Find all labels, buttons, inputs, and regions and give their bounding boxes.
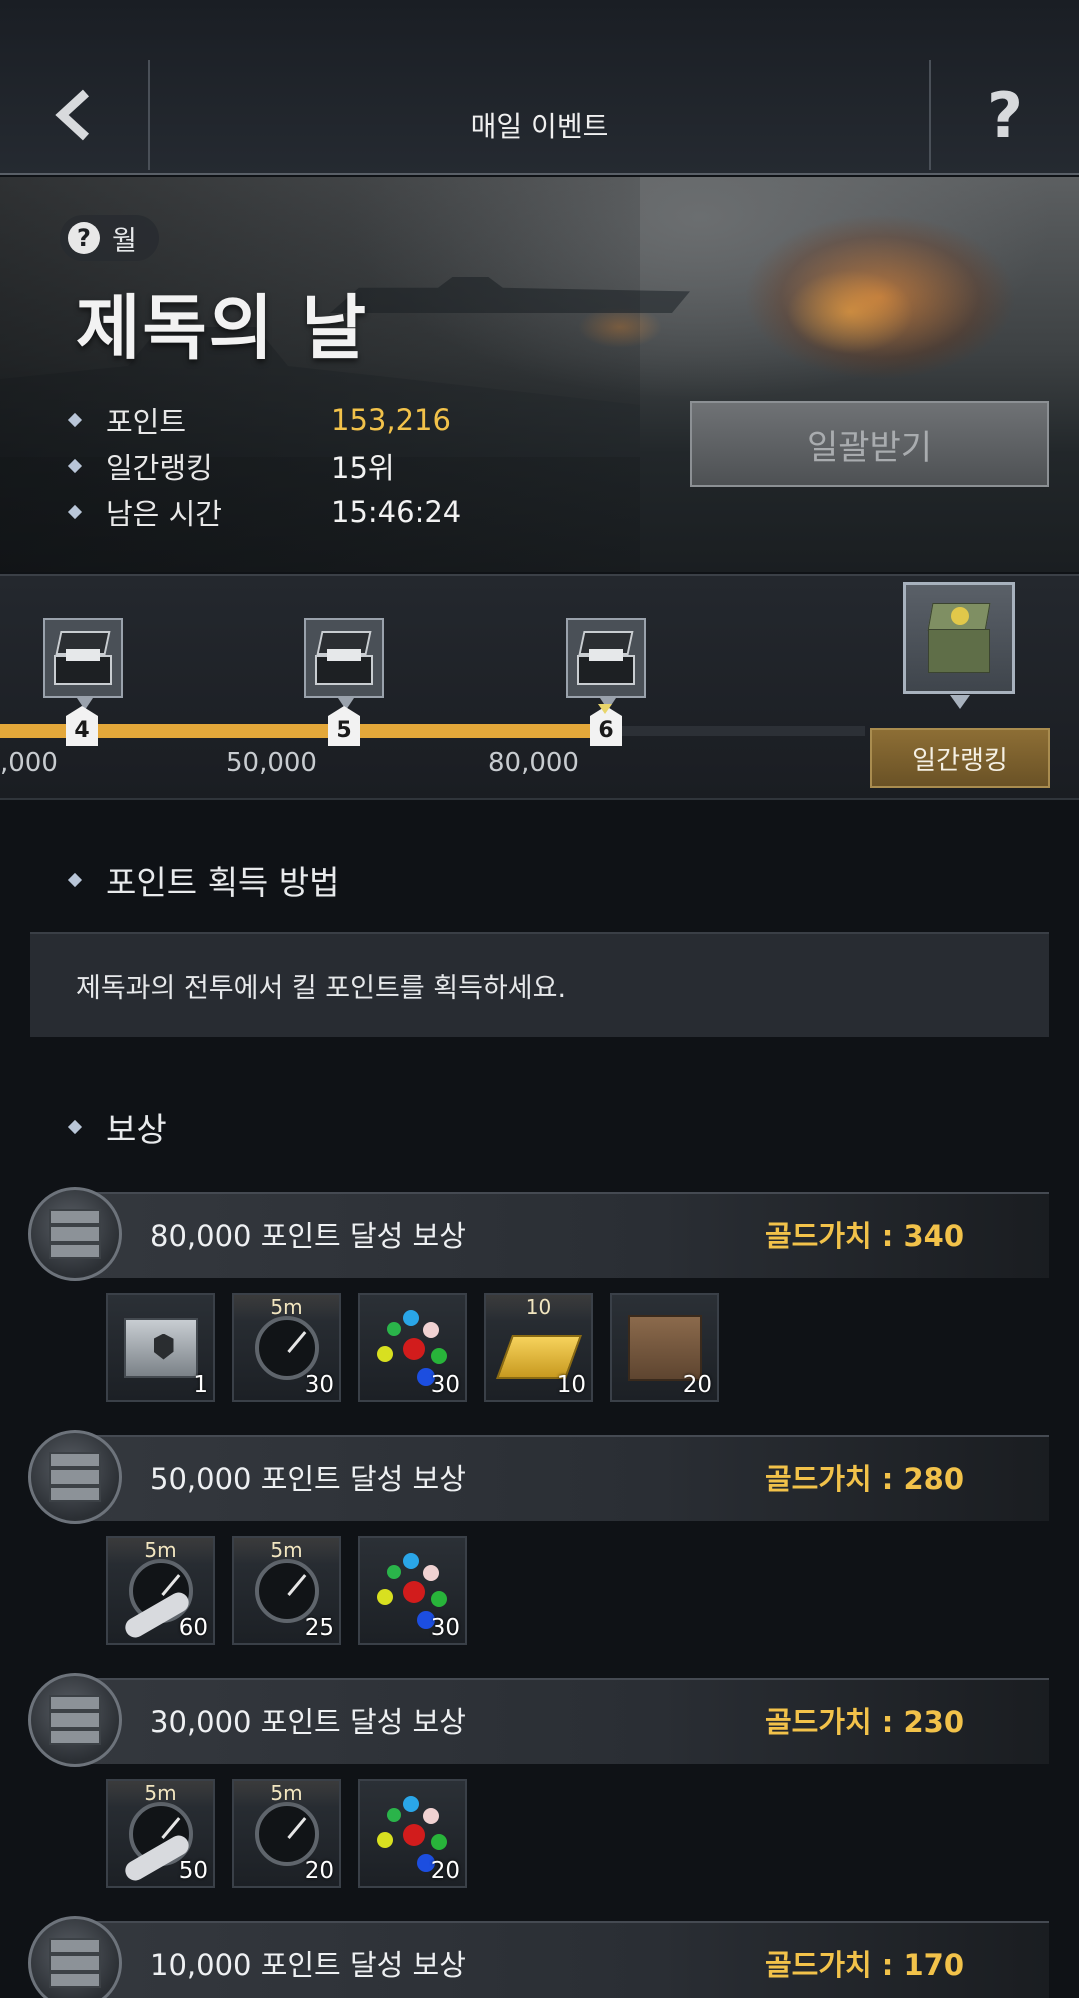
reward-title: 30,000 포인트 달성 보상 [150,1705,466,1739]
event-banner: ? 월 제독의 날 포인트 153,216 일간랭킹 15위 남은 시간 15:… [0,177,1079,572]
item-duration-tag: 5m [234,1295,339,1321]
steel-crate-icon [49,1209,101,1259]
progress-track-empty [605,726,865,736]
milestone-marker: 4 [66,706,98,746]
bullet-diamond-icon [67,504,83,520]
item-duration-tag: 5m [234,1538,339,1564]
section-heading-text: 보상 [106,1110,167,1149]
milestone-reward-5[interactable] [304,618,384,710]
section-heading-text: 포인트 획득 방법 [106,863,340,902]
stat-value: 15위 [331,451,395,485]
steel-crate-icon [49,1938,101,1988]
stat-value: 153,216 [331,403,451,437]
item-count: 20 [304,1858,334,1884]
header-bar: 매일 이벤트 ? [0,0,1079,175]
daily-ranking-button[interactable]: 일간랭킹 [870,728,1050,788]
section-heading-rewards: 보상 [67,1103,167,1151]
bullet-diamond-icon [67,412,83,428]
reward-title: 10,000 포인트 달성 보상 [150,1948,466,1982]
reward-items: 1 5m 30 30 10 10 20 [106,1293,719,1402]
item-count: 60 [178,1615,208,1641]
reward-items: 5m 60 5m 25 30 [106,1536,467,1645]
reward-tier-header: 80,000 포인트 달성 보상 골드가치 : 340 [28,1187,1049,1283]
item-count: 25 [304,1615,334,1641]
help-button[interactable]: ? [929,60,1079,170]
stat-label: 남은 시간 [106,497,222,531]
milestone-progress: 4 5 6 ,000 50,000 80,000 일간랭킹 [0,574,1079,800]
stat-label: 일간랭킹 [106,451,213,485]
milestone-reward-6[interactable] [566,618,646,710]
chest-icon [52,631,114,685]
item-duration-tag: 5m [234,1781,339,1807]
how-to-description: 제독과의 전투에서 킬 포인트를 획득하세요. [30,932,1049,1037]
reward-item[interactable]: 5m 30 [232,1293,341,1402]
steel-crate-icon [49,1452,101,1502]
current-position-arrow-icon [598,704,612,714]
reward-item[interactable]: 30 [358,1293,467,1402]
question-circle-icon: ? [68,222,100,254]
gold-value: 골드가치 : 280 [764,1462,964,1496]
reward-tier-header: 10,000 포인트 달성 보상 골드가치 : 170 [28,1916,1049,1998]
reward-title: 80,000 포인트 달성 보상 [150,1219,466,1253]
chest-icon [313,631,375,685]
milestone-marker: 5 [328,706,360,746]
steel-crate-icon [49,1695,101,1745]
stat-label: 포인트 [106,405,187,439]
item-count: 20 [682,1372,712,1398]
reward-tier-header: 30,000 포인트 달성 보상 골드가치 : 230 [28,1673,1049,1769]
item-count: 20 [430,1858,460,1884]
event-title: 제독의 날 [76,287,368,369]
stat-time-left: 남은 시간 15:46:24 [67,489,462,535]
bullet-diamond-icon [67,872,83,888]
reward-item[interactable]: 5m 50 [106,1779,215,1888]
stat-value: 15:46:24 [331,495,462,529]
reward-title: 50,000 포인트 달성 보상 [150,1462,466,1496]
milestone-points: ,000 [0,748,58,778]
event-stats: 포인트 153,216 일간랭킹 15위 남은 시간 15:46:24 [67,397,462,535]
stat-ranking: 일간랭킹 15위 [67,443,461,489]
stat-points: 포인트 153,216 [67,397,461,443]
reward-item[interactable]: 5m 60 [106,1536,215,1645]
crate-badge [28,1430,122,1524]
crate-badge [28,1187,122,1281]
section-heading-how-to: 포인트 획득 방법 [67,856,340,904]
back-button[interactable] [0,60,150,170]
reward-items: 5m 50 5m 20 20 [106,1779,467,1888]
item-count: 50 [178,1858,208,1884]
claim-all-button[interactable]: 일괄받기 [690,401,1049,487]
item-count: 30 [304,1372,334,1398]
ranking-reward-box[interactable] [903,582,1015,709]
page-title: 매일 이벤트 [470,110,609,143]
reward-item[interactable]: 5m 25 [232,1536,341,1645]
milestone-points: 80,000 [488,748,579,778]
reward-item[interactable]: 5m 20 [232,1779,341,1888]
milestone-points: 50,000 [226,748,317,778]
reward-item[interactable]: 1 [106,1293,215,1402]
gold-value: 골드가치 : 340 [764,1219,964,1253]
chest-icon [575,631,637,685]
reward-tier-header: 50,000 포인트 달성 보상 골드가치 : 280 [28,1430,1049,1526]
military-crate-icon [924,603,994,673]
crate-badge [28,1673,122,1767]
item-count: 1 [193,1372,208,1398]
bullet-diamond-icon [67,1119,83,1135]
item-duration-tag: 5m [108,1781,213,1807]
milestone-reward-4[interactable] [43,618,123,710]
reward-item[interactable]: 30 [358,1536,467,1645]
gold-value: 골드가치 : 230 [764,1705,964,1739]
chevron-left-icon [55,89,90,141]
question-mark-icon: ? [987,78,1023,152]
item-count: 10 [556,1372,586,1398]
gold-value: 골드가치 : 170 [764,1948,964,1982]
item-count: 30 [430,1615,460,1641]
item-duration-tag: 5m [108,1538,213,1564]
reward-item[interactable]: 20 [358,1779,467,1888]
bullet-diamond-icon [67,458,83,474]
item-duration-tag: 10 [486,1295,591,1321]
reward-item[interactable]: 20 [610,1293,719,1402]
item-count: 30 [430,1372,460,1398]
day-label: 월 [112,225,137,257]
day-tag: ? 월 [60,215,159,261]
reward-item[interactable]: 10 10 [484,1293,593,1402]
